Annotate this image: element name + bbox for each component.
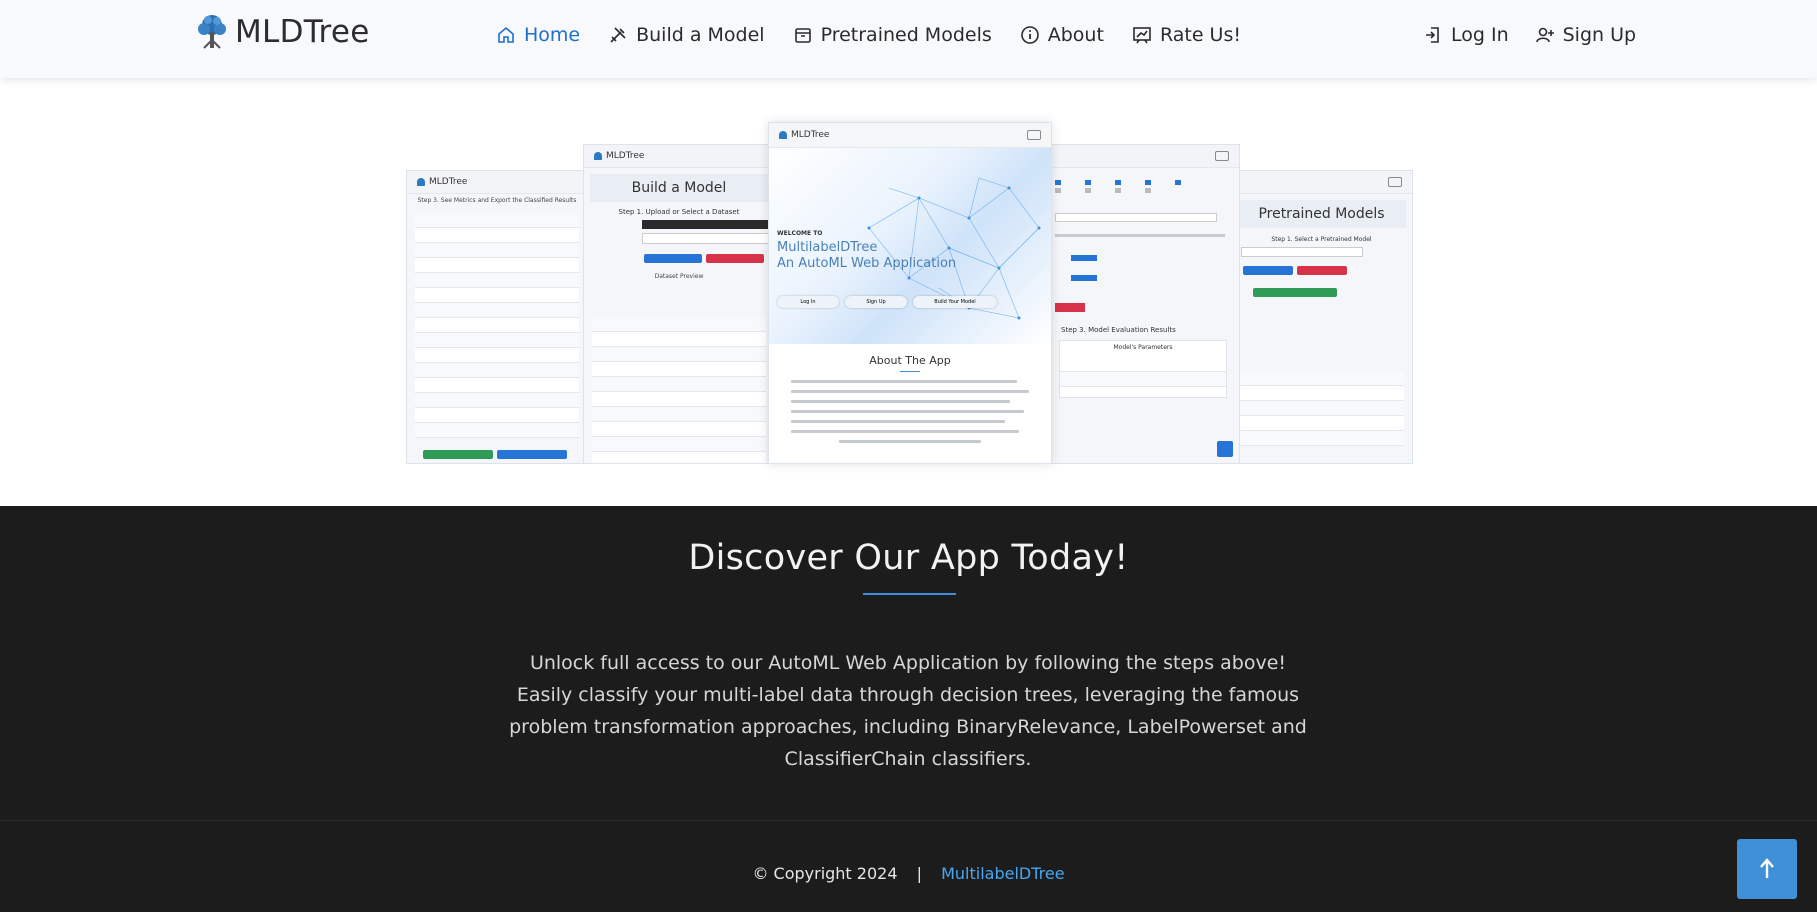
- footer-brand-link[interactable]: MultilabelDTree: [941, 864, 1064, 883]
- nav-label-about: About: [1047, 24, 1104, 46]
- screenshot-buttons: [421, 446, 587, 463]
- screenshot-app-name: MLDTree: [791, 130, 830, 140]
- hero-button-build-model: Build Your Model: [913, 296, 997, 308]
- chart-icon: [1133, 27, 1151, 44]
- screenshot-header: [1231, 171, 1412, 194]
- hero-button-sign-up: Sign Up: [845, 296, 907, 308]
- brand-name: MLDTree: [235, 14, 370, 50]
- nav-item-about[interactable]: About: [1020, 24, 1104, 46]
- discover-underline: [863, 593, 956, 595]
- hero-button-log-in: Log In: [777, 296, 839, 308]
- screenshot-heading: Step 1. Upload or Select a Dataset: [618, 208, 740, 216]
- hero-welcome: WELCOME TO: [777, 230, 823, 237]
- menu-icon: [1027, 130, 1041, 140]
- screenshot-model-evaluation[interactable]: Step 3. Model Evaluation Results Model's…: [1046, 144, 1240, 464]
- menu-icon: [1215, 151, 1229, 161]
- screenshot-header: [1047, 145, 1239, 168]
- hero-title-1: MultilabelDTree: [777, 240, 878, 255]
- screenshot-build-model[interactable]: MLDTree Build a Model Step 1. Upload or …: [583, 144, 775, 464]
- screenshot-table: [1239, 371, 1404, 446]
- nav-item-rate-us[interactable]: Rate Us!: [1132, 24, 1241, 46]
- discover-section: Discover Our App Today! Unlock full acce…: [0, 506, 1817, 912]
- menu-icon: [1388, 177, 1402, 187]
- tree-icon: [594, 152, 602, 160]
- top-navbar: MLDTree Home Build a Model Pretrained Mo…: [0, 0, 1817, 78]
- nav-label-log-in: Log In: [1451, 24, 1509, 46]
- about-text-lines: [791, 380, 1029, 443]
- screenshot-heading: Step 3. Model Evaluation Results: [1061, 326, 1176, 334]
- discover-text: Unlock full access to our AutoML Web App…: [509, 652, 1307, 770]
- nav-label-rate-us: Rate Us!: [1159, 24, 1241, 46]
- nav-item-sign-up[interactable]: Sign Up: [1535, 24, 1636, 46]
- tree-icon: [198, 15, 226, 49]
- screenshot-subheading: Dataset Preview: [654, 273, 704, 280]
- auth-nav: Log In Sign Up: [1423, 24, 1662, 46]
- home-icon: [498, 26, 514, 43]
- network-graphic: [867, 177, 1041, 320]
- screenshot-controls: [1241, 247, 1412, 303]
- screenshot-app-name: MLDTree: [429, 177, 468, 187]
- screenshot-classified-results[interactable]: MLDTree Step 3. See Metrics and Export t…: [406, 170, 588, 464]
- screenshot-table: [592, 317, 766, 463]
- hero-title-2: An AutoML Web Application: [777, 256, 957, 271]
- about-title: About The App: [869, 354, 951, 367]
- nav-item-home[interactable]: Home: [496, 24, 580, 46]
- nav-label-home: Home: [524, 24, 581, 46]
- screenshot-header: MLDTree: [584, 145, 774, 168]
- nav-item-build-model[interactable]: Build a Model: [608, 24, 765, 46]
- arrow-up-icon: [1760, 858, 1774, 878]
- screenshot-header: MLDTree: [769, 123, 1051, 148]
- screenshot-heading: Step 1. Select a Pretrained Model: [1271, 236, 1372, 243]
- box-icon: [794, 28, 811, 43]
- screenshot-form: [1055, 213, 1231, 312]
- screenshot-table-title: Model's Parameters: [1113, 344, 1173, 351]
- tree-icon: [417, 178, 425, 186]
- back-to-top-button[interactable]: [1737, 839, 1797, 899]
- about-underline: [900, 371, 920, 372]
- screenshot-table: [415, 213, 579, 438]
- nav-item-pretrained-models[interactable]: Pretrained Models: [793, 24, 992, 46]
- footer-separator: |: [916, 864, 922, 883]
- nav-label-pretrained-models: Pretrained Models: [820, 24, 992, 46]
- screenshot-title: Build a Model: [590, 174, 768, 202]
- screenshot-hero: WELCOME TO MultilabelDTree An AutoML Web…: [769, 148, 1051, 344]
- screenshot-header: MLDTree: [407, 171, 587, 194]
- login-icon: [1426, 27, 1439, 43]
- app-screenshots-showcase: MLDTree Step 3. See Metrics and Export t…: [0, 78, 1817, 506]
- brand-link[interactable]: MLDTree: [194, 12, 370, 52]
- screenshot-scroll-button: [1217, 441, 1233, 457]
- tree-icon: [779, 131, 787, 139]
- discover-title: Discover Our App Today!: [688, 538, 1129, 578]
- footer-divider: [0, 820, 1817, 821]
- info-icon: [1020, 26, 1039, 44]
- nav-label-build-model: Build a Model: [636, 24, 765, 46]
- screenshot-checkboxes: [1055, 180, 1239, 193]
- screenshot-title: Pretrained Models: [1237, 200, 1406, 228]
- person-plus-icon: [1535, 27, 1554, 43]
- hero-buttons: Log In Sign Up Build Your Model: [777, 296, 1003, 308]
- nav-label-sign-up: Sign Up: [1562, 24, 1637, 46]
- footer-copyright: © Copyright 2024: [752, 864, 898, 883]
- main-nav: Home Build a Model Pretrained Models Abo…: [496, 24, 1269, 46]
- screenshot-app-name: MLDTree: [606, 151, 645, 161]
- nav-item-log-in[interactable]: Log In: [1423, 24, 1509, 46]
- footer: © Copyright 2024 | MultilabelDTree: [0, 864, 1817, 883]
- screenshot-controls: [642, 220, 774, 269]
- screenshot-pretrained-models[interactable]: Pretrained Models Step 1. Select a Pretr…: [1230, 170, 1413, 464]
- screenshot-parameters-table: Model's Parameters: [1059, 340, 1227, 398]
- screenshot-heading: Step 3. See Metrics and Export the Class…: [417, 197, 577, 204]
- screenshot-home[interactable]: MLDTree WELCOME TO MultilabelDTree An Au…: [768, 122, 1052, 464]
- tools-icon: [610, 27, 626, 43]
